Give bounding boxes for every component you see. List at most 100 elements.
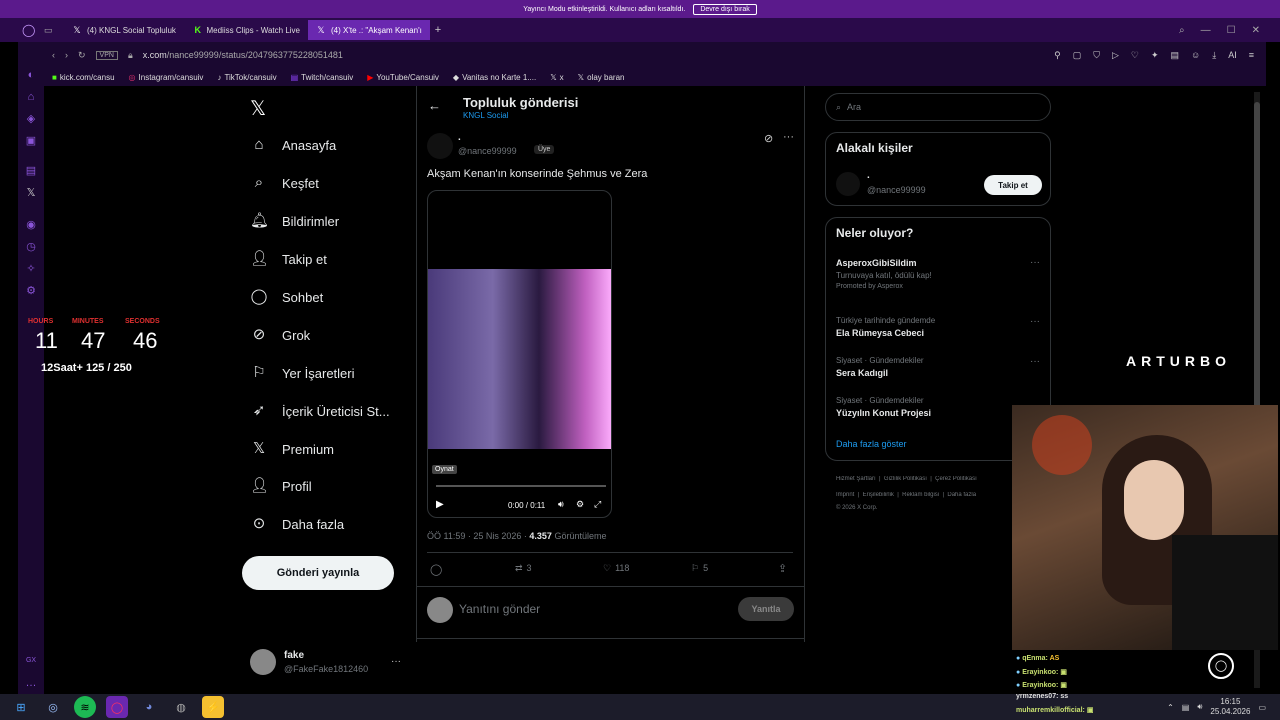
community-link[interactable]: KNGL Social <box>463 111 509 120</box>
trend-item[interactable]: Siyaset · Gündemdekiler Yüzyılın Konut Pr… <box>836 396 931 418</box>
steam-icon[interactable]: ◎ <box>42 696 64 718</box>
nav-notifications[interactable]: 🔔︎ Bildirimler <box>250 212 339 230</box>
bookmark-item[interactable]: ◆ Vanitas no Karte 1.... <box>453 73 536 82</box>
show-more-link[interactable]: Daha fazla göster <box>836 439 907 449</box>
ai-icon[interactable]: AI <box>1228 50 1237 61</box>
footer-links[interactable]: Hizmet Şartları | Gizlilik Politikası | … <box>836 476 1012 482</box>
obs-icon[interactable]: ◍ <box>170 696 192 718</box>
author-name[interactable]: . <box>458 132 461 143</box>
vpn-badge[interactable]: VPN <box>95 50 118 60</box>
reply-input[interactable]: Yanıtını gönder <box>459 602 540 616</box>
scrollbar-thumb[interactable] <box>1254 102 1260 412</box>
reload-icon[interactable]: ↻ <box>78 50 86 61</box>
search-tabs-icon[interactable]: ⌕ <box>1179 25 1185 36</box>
bookmark-item[interactable]: ♪ TikTok/cansuiv <box>217 73 276 82</box>
menu-icon[interactable]: ≡ <box>1249 50 1254 61</box>
play-icon[interactable]: ▶ <box>436 499 444 510</box>
reply-icon[interactable]: ◯ <box>430 563 442 576</box>
messenger-icon[interactable]: ◈ <box>24 112 38 126</box>
forward-icon[interactable]: › <box>65 50 68 60</box>
nav-grok[interactable]: ⊘ Grok <box>250 326 310 344</box>
bookmark-item[interactable]: 𝕏olay baran <box>578 73 625 82</box>
x-logo-icon[interactable]: 𝕏 <box>250 96 266 121</box>
nav-premium[interactable]: 𝕏 Premium <box>250 440 334 458</box>
trend-item[interactable]: Türkiye tarihinde gündemde Ela Rümeysa Ce… <box>836 316 935 338</box>
gx-icon[interactable]: GX <box>24 654 38 668</box>
close-icon[interactable]: ✕ <box>1252 25 1260 36</box>
new-tab-button[interactable]: + <box>430 24 446 36</box>
back-icon[interactable]: ‹ <box>52 50 55 60</box>
nav-more[interactable]: ⊙ Daha fazla <box>250 515 344 533</box>
bookmark-item[interactable]: 𝕏x <box>550 73 563 82</box>
notification-icon[interactable]: ▭ <box>1258 703 1266 712</box>
volume-icon[interactable]: 🔊︎ <box>558 499 564 510</box>
trend-menu-icon[interactable]: ··· <box>1030 316 1040 327</box>
network-icon[interactable]: ▤ <box>1182 703 1190 712</box>
app-icon[interactable]: ⚡ <box>202 696 224 718</box>
heart-icon[interactable]: ♡ <box>1131 50 1139 61</box>
bookmark-button[interactable]: ⚐ 5 <box>691 563 708 574</box>
author-avatar[interactable] <box>427 133 453 159</box>
post-button[interactable]: Gönderi yayınla <box>242 556 394 590</box>
system-clock[interactable]: 16:15 25.04.2026 <box>1210 697 1250 717</box>
volume-icon[interactable]: 🔊︎ <box>1197 702 1202 712</box>
retweet-button[interactable]: ⇄ 3 <box>515 563 532 574</box>
account-menu-icon[interactable]: ··· <box>391 656 401 667</box>
nav-home[interactable]: ⌂ Anasayfa <box>250 136 336 154</box>
x-icon[interactable]: 𝕏 <box>24 186 38 200</box>
author-handle[interactable]: @nance99999 <box>458 146 517 156</box>
snapshot-icon[interactable]: ▢ <box>1073 50 1082 61</box>
play-icon[interactable]: ▷ <box>1112 50 1119 61</box>
tab-current-post[interactable]: 𝕏 (4) X'te .: "Akşam Kenan'ı <box>308 20 430 40</box>
nav-chat[interactable]: ◯ Sohbet <box>250 288 324 306</box>
bookmark-item[interactable]: ▤ Twitch/cansuiv <box>291 73 354 82</box>
nav-profile[interactable]: 👤︎ Profil <box>250 477 312 495</box>
bookmark-item[interactable]: ■ kick.com/cansu <box>52 73 115 82</box>
extensions-icon[interactable]: ✧ <box>24 262 38 276</box>
twitch-icon[interactable]: ▤ <box>24 164 38 178</box>
shield-icon[interactable]: ⛉ <box>1093 50 1100 61</box>
trend-menu-icon[interactable]: ··· <box>1030 257 1040 268</box>
disable-streamer-mode-button[interactable]: Devre dışı bırak <box>693 3 757 15</box>
grok-icon[interactable]: ⊘ <box>764 132 773 145</box>
related-name[interactable]: . <box>867 170 870 181</box>
like-button[interactable]: ♡ 118 <box>603 563 629 574</box>
shopping-icon[interactable]: ⌂ <box>24 90 38 104</box>
search-input[interactable]: Ara <box>847 102 861 112</box>
tray-up-icon[interactable]: ⌃ <box>1167 703 1174 712</box>
player-icon[interactable]: ◉ <box>24 218 38 232</box>
maximize-icon[interactable]: ☐ <box>1227 25 1236 36</box>
bookmark-item[interactable]: ◎ Instagram/cansuiv <box>129 73 204 82</box>
nav-creator-studio[interactable]: ➶ İçerik Üreticisi St... <box>250 402 390 420</box>
aria-icon[interactable]: ◐ <box>24 68 38 82</box>
trend-menu-icon[interactable]: ··· <box>1030 356 1040 367</box>
trend-item[interactable]: AsperoxGibiSildim Turnuvaya katıl, ödülü… <box>836 258 932 290</box>
nav-explore[interactable]: ⌕ Keşfet <box>250 174 319 192</box>
share-icon[interactable]: ⇪ <box>778 562 787 575</box>
back-arrow-icon[interactable]: ← <box>428 98 441 113</box>
opera-logo-icon[interactable]: ◯ <box>22 23 35 37</box>
fullscreen-icon[interactable]: ⤢ <box>594 499 601 510</box>
search-box[interactable]: ⌕ Ara <box>825 93 1051 121</box>
video-player[interactable]: Oynat ▶ 0:00 / 0:11 🔊︎ ⚙ ⤢ <box>427 190 612 518</box>
follow-button[interactable]: Takip et <box>984 175 1042 195</box>
wallet-icon[interactable]: ▤ <box>1171 50 1180 61</box>
settings-icon[interactable]: ⚙ <box>24 284 38 298</box>
tab-icon[interactable]: ▣ <box>24 134 38 148</box>
tab-mediiss[interactable]: K Mediiss Clips - Watch Live <box>186 20 308 40</box>
footer-links[interactable]: Imprint | Erişilebilirlik | Reklam bilgi… <box>836 492 1012 498</box>
video-progress[interactable] <box>436 485 606 487</box>
tab-menu-icon[interactable]: ▭ <box>44 25 64 36</box>
trend-item[interactable]: Siyaset · Gündemdekiler Sera Kadıgil <box>836 356 924 378</box>
account-icon[interactable]: ☺ <box>1191 50 1200 61</box>
reply-button[interactable]: Yanıtla <box>738 597 794 621</box>
bookmark-item[interactable]: ▶ YouTube/Cansuiv <box>367 73 439 82</box>
related-handle[interactable]: @nance99999 <box>867 185 926 195</box>
url-field[interactable]: x.com/nance99999/status/2047963775228051… <box>143 50 343 60</box>
post-menu-icon[interactable]: ··· <box>783 131 794 143</box>
tab-kngl[interactable]: 𝕏 (4) KNGL Social Topluluk <box>64 20 186 40</box>
minimize-icon[interactable]: — <box>1201 25 1211 36</box>
account-avatar[interactable] <box>250 649 276 675</box>
nav-bookmarks[interactable]: ⚐ Yer İşaretleri <box>250 364 354 382</box>
opera-gx-icon[interactable]: ◯ <box>106 696 128 718</box>
